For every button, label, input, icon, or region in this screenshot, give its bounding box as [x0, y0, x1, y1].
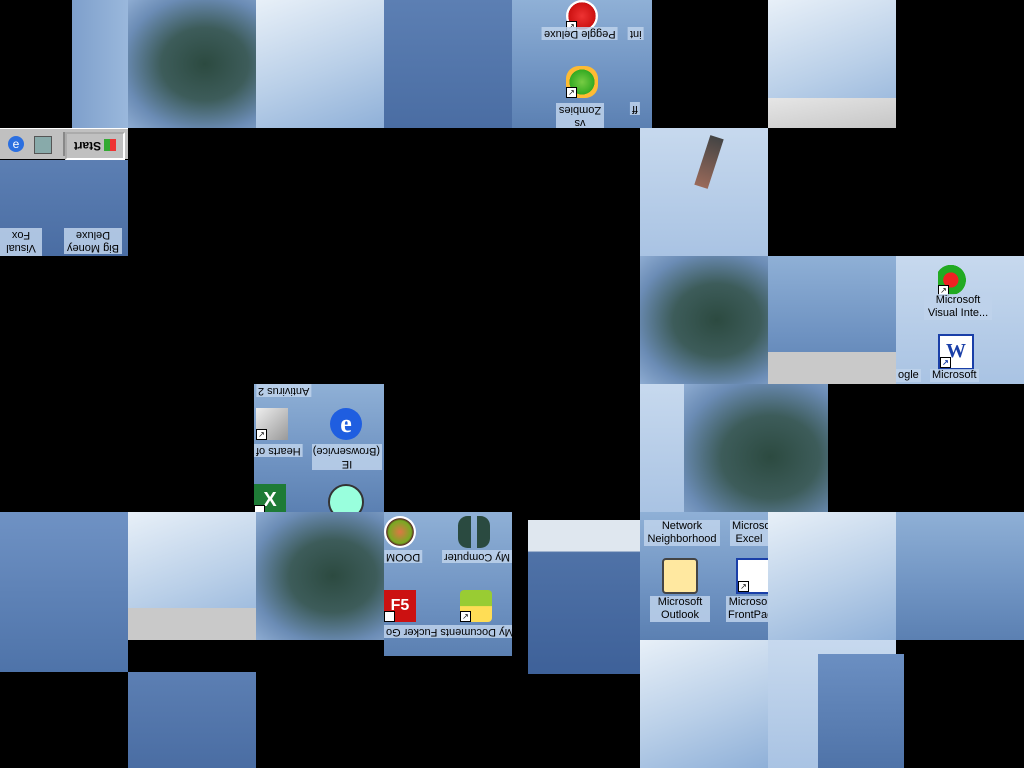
my-documents-icon[interactable]: ↗ — [460, 590, 492, 622]
desktop-tile: DOOM My Computer F5 ↗ ↗ My Documents Fuck… — [384, 512, 512, 656]
my-computer-icon[interactable] — [458, 516, 490, 548]
desktop-tile: Antivirus 2 ↗ Hearts of e IE (Browservic… — [254, 384, 384, 512]
visual-interdev-icon[interactable]: ↗ — [938, 264, 970, 296]
cube-floor — [768, 98, 896, 128]
cube-floor — [768, 352, 896, 384]
windows-logo-icon — [104, 139, 117, 152]
doom-alt-icon[interactable]: F5 ↗ — [384, 590, 416, 622]
plants-vs-zombies-icon[interactable]: ↗ — [566, 66, 598, 98]
ie-label: IE (Browservice) — [312, 444, 382, 470]
desktop-tile — [640, 640, 768, 768]
shortcut-arrow-icon: ↗ — [940, 357, 951, 368]
shortcut-arrow-icon: ↗ — [566, 87, 577, 98]
shortcut-arrow-icon: ↗ — [256, 429, 267, 440]
desktop-tile — [768, 512, 896, 640]
frontpage-icon[interactable]: ↗ — [736, 558, 768, 594]
desktop-tile — [768, 256, 896, 384]
desktop-tile — [684, 384, 828, 530]
doom-label: DOOM — [384, 550, 423, 563]
desktop-tile — [128, 0, 256, 128]
desktop-tile — [818, 654, 904, 768]
fragment-label: ff — [630, 102, 640, 115]
desktop-tile — [128, 672, 256, 768]
desktop-tile — [0, 512, 128, 672]
shortcut-arrow-icon: ↗ — [460, 611, 471, 622]
visual-interdev-label: Microsoft Visual Inte... — [924, 294, 992, 320]
google-label: ogle — [896, 369, 921, 382]
shortcut-arrow-icon: ↗ — [384, 611, 395, 622]
desktop-tile: ↗ Microsoft Visual Inte... W ↗ Microsoft … — [896, 256, 1024, 384]
peggle-label: Peggle Deluxe — [542, 27, 618, 40]
desktop-tile — [896, 512, 1024, 640]
bridge-figure — [694, 135, 724, 189]
shortcut-arrow-icon: ↗ — [254, 505, 265, 512]
desktop-tile — [72, 0, 128, 128]
desktop-tile — [640, 256, 768, 384]
outlook-icon[interactable] — [662, 558, 698, 594]
start-label: Start — [73, 139, 102, 153]
desktop-tile — [384, 0, 512, 128]
visual-fox-label: Microso Visual Fox — [0, 228, 42, 256]
start-button[interactable]: Start — [65, 132, 125, 160]
word-label: Microsoft — [930, 369, 979, 382]
fragment-label: int — [628, 27, 644, 40]
ie-quicklaunch-icon[interactable]: e — [8, 136, 24, 152]
outlook-label: Microsoft Outlook — [650, 596, 710, 622]
cube-floor — [128, 608, 256, 640]
desktop-tile: ↗ Peggle Deluxe ↗ Plants vs Zombies int … — [512, 0, 652, 128]
my-computer-label: My Computer — [442, 550, 512, 563]
doom-icon[interactable] — [384, 516, 416, 548]
desktop-tile — [256, 512, 384, 640]
desktop-tile — [128, 512, 256, 640]
shortcut-arrow-icon: ↗ — [738, 581, 749, 592]
pvz-label: Plants vs Zombies — [556, 103, 604, 128]
my-documents-label: My Documents Fucker Go — [384, 625, 512, 638]
excel-label: Microso Excel — [730, 520, 768, 546]
frontpage-label: Microso FrontPag — [726, 596, 768, 622]
desktop-quicklaunch-icon[interactable] — [34, 136, 52, 154]
network-label: Network Neighborhood — [644, 520, 720, 546]
antivirus-label: Antivirus 2 — [256, 384, 312, 397]
desktop-tile — [768, 0, 896, 128]
hearts-icon[interactable]: ↗ — [256, 408, 288, 440]
excel-icon[interactable]: X ↗ — [254, 484, 286, 512]
taskbar-divider — [63, 132, 65, 156]
big-money-label: Big Money Deluxe — [64, 228, 122, 254]
taskbar: Start e — [0, 128, 128, 160]
internet-explorer-icon[interactable]: e — [330, 408, 362, 440]
desktop-tile: Network Neighborhood Microso Excel Micro… — [640, 512, 768, 640]
word-icon[interactable]: W ↗ — [938, 334, 974, 370]
desktop-tile: Big Money Deluxe Microso Visual Fox — [0, 160, 128, 256]
desktop-tile — [640, 128, 768, 256]
clock-icon[interactable] — [328, 484, 364, 512]
desktop-tile — [256, 0, 384, 128]
desktop-tile — [528, 520, 652, 674]
hearts-label: Hearts of — [254, 444, 303, 457]
